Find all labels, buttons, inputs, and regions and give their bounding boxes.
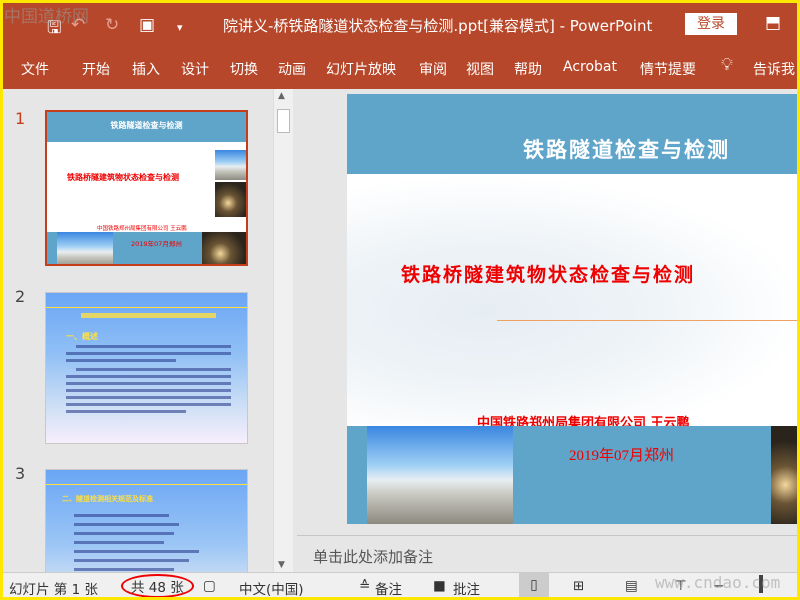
train-photo [367,426,513,524]
tab-file[interactable]: 文件 [21,59,49,79]
normal-view-button[interactable]: ▯ [519,573,549,597]
slide-thumbnail-pane: 1 铁路隧道检查与检测 铁路桥隧建筑物状态检查与检测 中国铁路郑州局集团有限公司… [3,89,295,579]
current-slide[interactable]: 铁路隧道检查与检测 铁路桥隧建筑物状态检查与检测 中国铁路郑州局集团有限公司 王… [347,94,797,524]
thumbnail-org: 中国铁路郑州局集团有限公司 王云鹏 [97,226,187,232]
watermark-url: www.cndao.com [655,573,781,592]
powerpoint-window: 🖫 ↶ ↻ ▣ ▾ 院讲义-桥铁路隧道状态检查与检测.ppt[兼容模式] - P… [3,3,797,597]
thumbnail-number: 3 [15,464,26,483]
watermark-logo: 中国道桥网 [4,7,89,27]
comments-icon[interactable]: ■ [433,578,446,594]
spell-check-icon[interactable]: ▢ [203,578,216,594]
total-slides-indicator: 共 48 张 [121,574,194,597]
slide-number-indicator: 幻灯片 第 1 张 [9,582,98,597]
thumbnail-subtitle: 铁路桥隧建筑物状态检查与检测 [67,173,179,182]
title-bar: 🖫 ↶ ↻ ▣ ▾ 院讲义-桥铁路隧道状态检查与检测.ppt[兼容模式] - P… [3,3,797,45]
login-button[interactable]: 登录 [685,13,737,35]
thumbnail-number: 2 [15,287,26,306]
tab-transitions[interactable]: 切换 [230,59,258,79]
notes-placeholder[interactable]: 单击此处添加备注 [313,548,433,566]
lightbulb-icon: 💡︎ [721,55,733,75]
tab-home[interactable]: 开始 [82,59,110,79]
thumbnail-title: 铁路隧道检查与检测 [110,121,183,130]
slide-sorter-button[interactable]: ⊞ [573,578,584,594]
notes-button[interactable]: 备注 [375,578,402,597]
train-background-image [347,174,797,424]
thumbnail-heading: 二、隧道检测相关规范及标准 [62,495,153,503]
reading-view-button[interactable]: ▤ [625,578,638,594]
slide-thumbnail-1[interactable]: 铁路隧道检查与检测 铁路桥隧建筑物状态检查与检测 中国铁路郑州局集团有限公司 王… [45,110,248,266]
thumbnail-heading: 一、概述 [66,332,98,341]
slide-thumbnail-3[interactable]: 二、隧道检测相关规范及标准 [45,469,248,579]
scroll-thumb[interactable] [277,109,290,133]
tab-help[interactable]: 帮助 [514,59,542,79]
window-title: 院讲义-桥铁路隧道状态检查与检测.ppt[兼容模式] - PowerPoint [223,17,653,35]
tab-review[interactable]: 审阅 [419,59,447,79]
notes-icon[interactable]: ≙ [359,578,370,594]
slide-thumbnail-2[interactable]: 一、概述 [45,292,248,444]
notes-pane[interactable]: 单击此处添加备注 [297,535,797,572]
thumbnail-number: 1 [15,109,26,128]
comments-button[interactable]: 批注 [453,578,480,597]
scroll-up-icon[interactable]: ▲ [278,91,285,101]
language-indicator[interactable]: 中文(中国) [239,578,304,597]
slide-subtitle[interactable]: 铁路桥隧建筑物状态检查与检测 [401,260,695,287]
tab-animations[interactable]: 动画 [278,59,306,79]
tab-design[interactable]: 设计 [181,59,209,79]
customize-toolbar-icon[interactable]: ▾ [177,21,183,34]
tab-view[interactable]: 视图 [466,59,494,79]
tell-me-search[interactable]: 告诉我 [753,59,795,79]
thumbnail-date: 2019年07月郑州 [131,240,182,248]
ribbon-tabs: 文件 开始 插入 设计 切换 动画 幻灯片放映 审阅 视图 帮助 Acrobat… [3,45,797,89]
slide-date[interactable]: 2019年07月郑州 [569,444,674,465]
thumbnail-scrollbar[interactable]: ▲ ▼ [273,89,293,572]
tab-slideshow[interactable]: 幻灯片放映 [326,59,396,79]
redo-icon[interactable]: ↻ [105,15,119,35]
tab-storyboard[interactable]: 情节提要 [640,59,696,79]
slide-title[interactable]: 铁路隧道检查与检测 [523,134,730,164]
slide-editor: 铁路隧道检查与检测 铁路桥隧建筑物状态检查与检测 中国铁路郑州局集团有限公司 王… [297,89,797,572]
tunnel-photo [771,426,797,524]
ribbon-display-options-icon[interactable]: ⬒ [765,13,781,33]
tab-acrobat[interactable]: Acrobat [563,59,617,75]
slideshow-from-start-icon[interactable]: ▣ [139,15,155,35]
scroll-down-icon[interactable]: ▼ [278,560,285,570]
tab-insert[interactable]: 插入 [132,59,160,79]
